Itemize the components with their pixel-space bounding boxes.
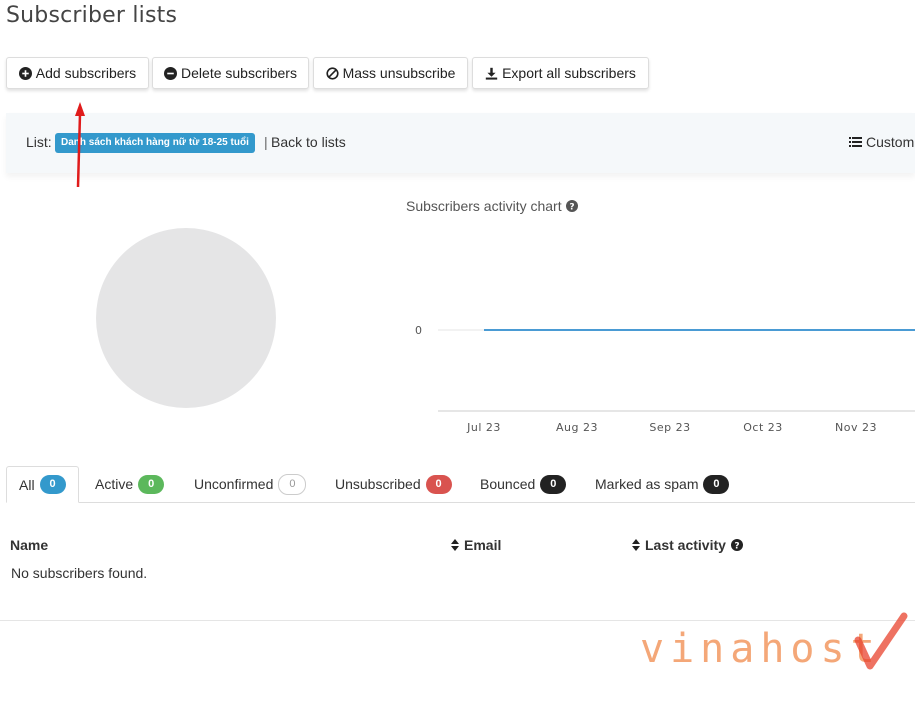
sort-icon: [632, 539, 640, 551]
list-info-bar: List: Danh sách khách hàng nữ từ 18-25 t…: [6, 113, 915, 173]
tab-marked-as-spam[interactable]: Marked as spam 0: [595, 466, 730, 502]
y-tick-label: 0: [415, 324, 422, 337]
download-icon: [485, 67, 498, 80]
count-badge: 0: [703, 474, 730, 494]
tab-all[interactable]: All 0: [6, 466, 79, 503]
count-badge: 0: [39, 475, 66, 494]
chart-title-text: Subscribers activity chart: [406, 198, 562, 214]
custom-fields-link[interactable]: Custom: [849, 134, 914, 150]
count-badge: 0: [540, 474, 567, 494]
page-title: Subscriber lists: [6, 3, 178, 28]
annotation-arrow: [75, 102, 85, 188]
count-badge: 0: [278, 473, 307, 495]
logo-text: vinahost: [640, 626, 881, 670]
subscriber-tabs: All 0 Active 0 Unconfirmed 0 Unsubscribe…: [6, 466, 915, 503]
count-badge: 0: [425, 474, 452, 494]
tab-label: Bounced: [480, 476, 536, 492]
tab-label: Unconfirmed: [194, 476, 274, 492]
add-subscribers-button[interactable]: Add subscribers: [6, 57, 149, 89]
x-tick-label: Sep 23: [649, 421, 690, 434]
tab-bounced[interactable]: Bounced 0: [480, 466, 567, 502]
column-header-label: Last activity: [645, 537, 726, 553]
list-label: List:: [26, 134, 52, 150]
plus-circle-icon: [18, 66, 32, 80]
minus-circle-icon: [164, 66, 178, 80]
tab-label: All: [19, 476, 35, 493]
x-tick-label: Oct 23: [743, 421, 783, 434]
empty-state-message: No subscribers found.: [11, 565, 148, 581]
subscribers-activity-chart: 0 Jul 23 Aug 23 Sep 23 Oct 23 Nov 23: [415, 324, 915, 434]
column-header-last-activity[interactable]: Last activity ?: [632, 537, 743, 553]
help-icon[interactable]: ?: [730, 539, 743, 552]
svg-text:?: ?: [734, 542, 739, 552]
column-header-label: Name: [10, 537, 49, 553]
column-header-label: Email: [464, 537, 502, 553]
subscribers-pie-chart: [96, 228, 276, 408]
mass-unsubscribe-label: Mass unsubscribe: [342, 65, 456, 81]
export-subscribers-button[interactable]: Export all subscribers: [472, 57, 649, 89]
delete-subscribers-button[interactable]: Delete subscribers: [152, 57, 309, 89]
x-tick-label: Nov 23: [835, 421, 877, 434]
list-icon: [849, 137, 862, 147]
ban-icon: [325, 66, 339, 80]
tab-label: Active: [95, 476, 134, 492]
tab-label: Unsubscribed: [335, 476, 421, 492]
add-subscribers-label: Add subscribers: [35, 65, 137, 81]
tab-label: Marked as spam: [595, 476, 699, 492]
x-tick-label: Aug 23: [556, 421, 598, 434]
count-badge: 0: [138, 474, 165, 494]
vinahost-logo: vinahost: [640, 612, 908, 670]
chart-title: Subscribers activity chart ?: [406, 198, 578, 214]
tab-active[interactable]: Active 0: [95, 466, 165, 502]
custom-label: Custom: [866, 134, 915, 150]
separator: |: [264, 134, 268, 150]
tab-unconfirmed[interactable]: Unconfirmed 0: [194, 466, 307, 502]
mass-unsubscribe-button[interactable]: Mass unsubscribe: [313, 57, 468, 89]
tab-unsubscribed[interactable]: Unsubscribed 0: [335, 466, 452, 502]
svg-text:?: ?: [569, 203, 574, 213]
x-tick-label: Jul 23: [466, 421, 501, 434]
export-subscribers-label: Export all subscribers: [502, 65, 636, 81]
back-to-lists-link[interactable]: Back to lists: [271, 134, 346, 150]
sort-icon: [451, 539, 459, 551]
help-icon[interactable]: ?: [565, 200, 578, 213]
column-header-email[interactable]: Email: [451, 537, 501, 553]
delete-subscribers-label: Delete subscribers: [181, 65, 297, 81]
column-header-name[interactable]: Name: [10, 537, 48, 553]
